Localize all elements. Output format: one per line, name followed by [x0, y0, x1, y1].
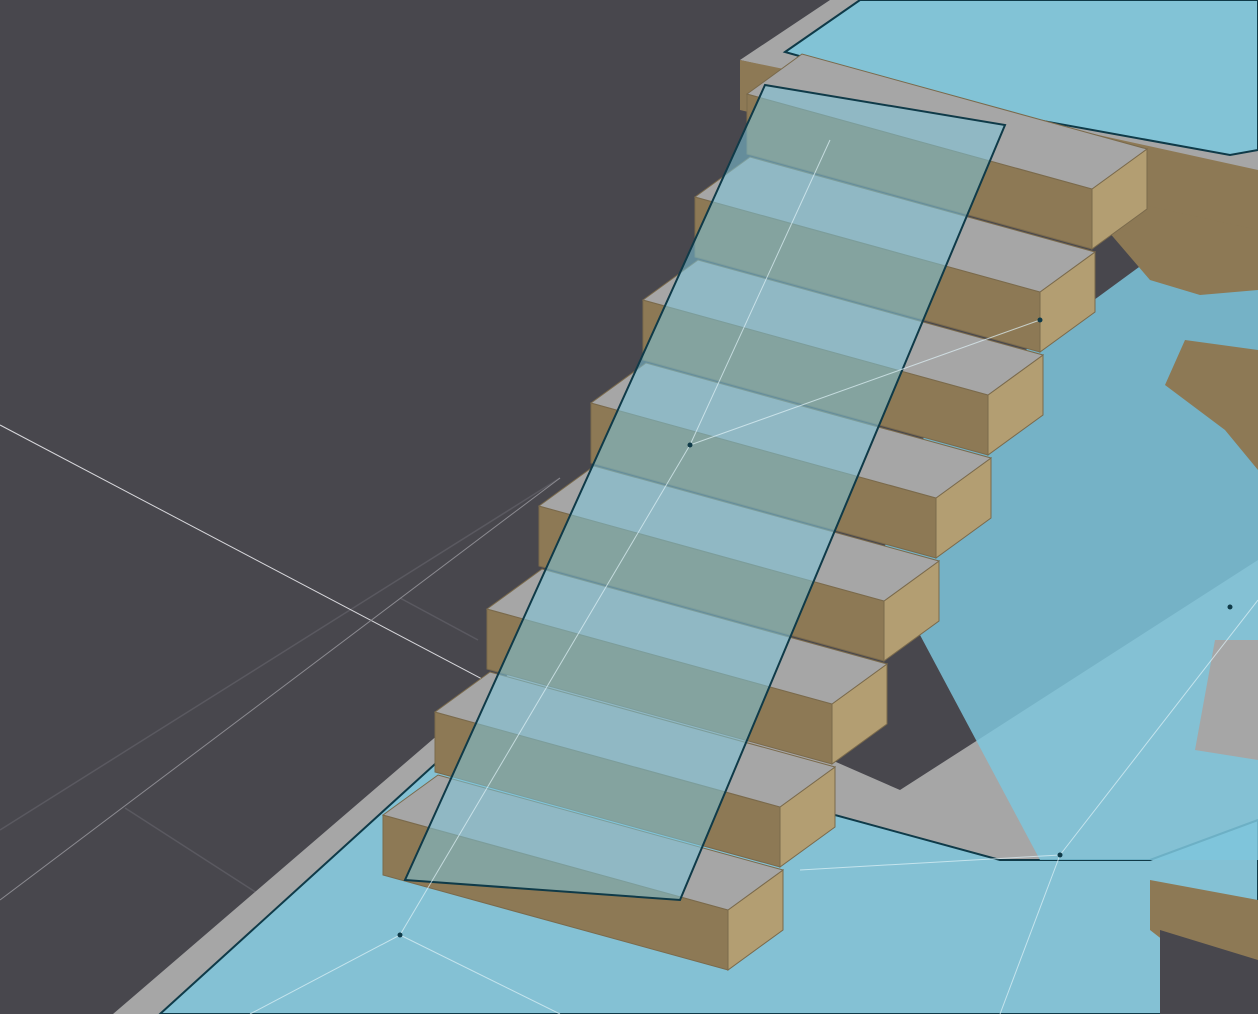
- navmesh-vertex: [687, 442, 693, 448]
- navmesh-vertex: [1037, 317, 1043, 323]
- navmesh-vertex: [1227, 604, 1233, 610]
- scene-canvas[interactable]: [0, 0, 1258, 1014]
- 3d-viewport[interactable]: [0, 0, 1258, 1014]
- navmesh-vertex: [397, 932, 403, 938]
- x-axis-line: [0, 424, 561, 721]
- grid-line: [399, 597, 479, 641]
- navmesh-vertex: [1057, 852, 1063, 858]
